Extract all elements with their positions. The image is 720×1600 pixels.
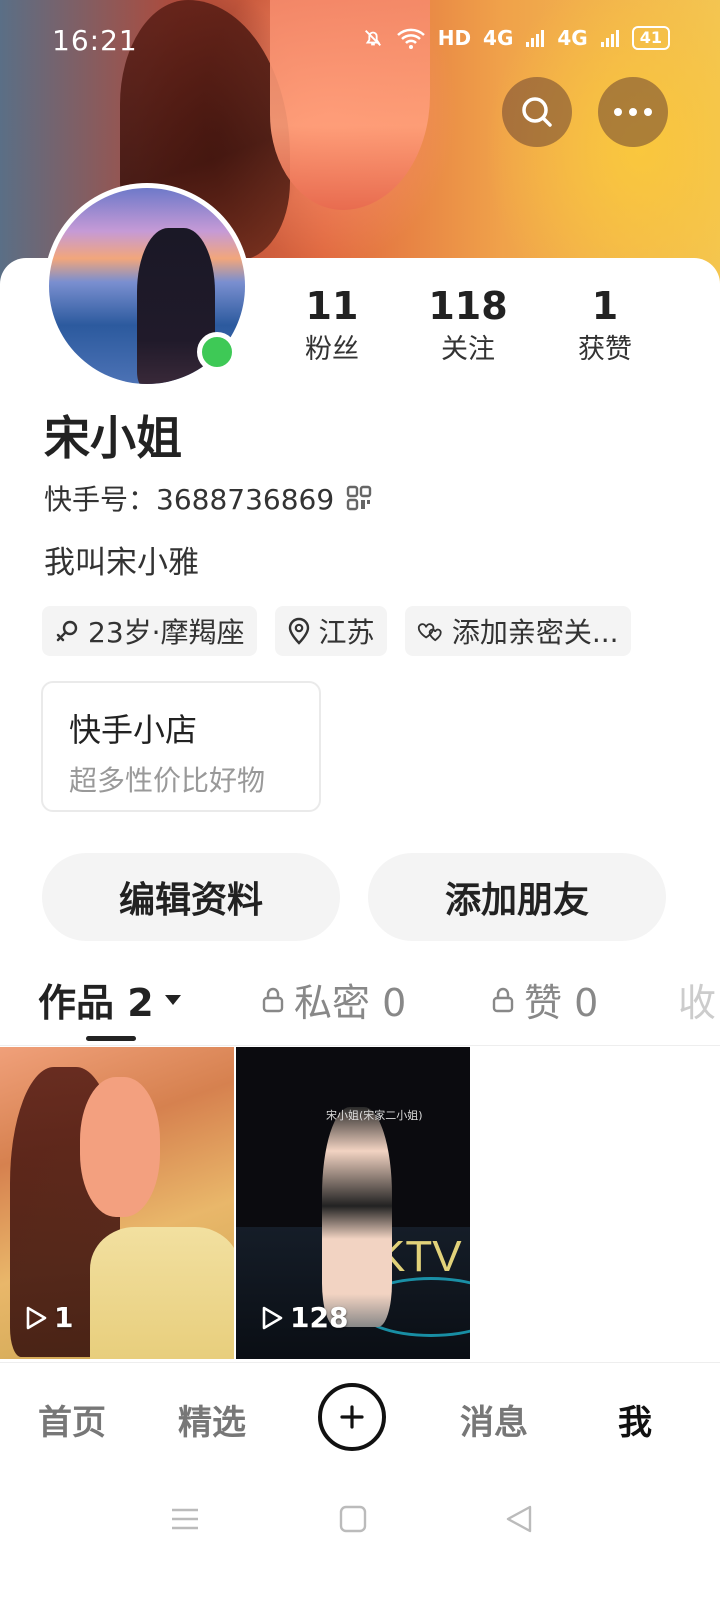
tabs-divider — [0, 1045, 720, 1046]
qr-code-icon[interactable] — [346, 485, 372, 511]
back-triangle-icon[interactable] — [504, 1504, 534, 1534]
lock-icon — [492, 987, 514, 1012]
wifi-icon — [396, 28, 425, 49]
play-count-value: 1 — [54, 1301, 74, 1334]
home-square-icon[interactable] — [338, 1504, 368, 1534]
more-button[interactable] — [598, 77, 668, 147]
network-label-2: 4G — [557, 26, 588, 50]
status-time: 16:21 — [52, 24, 138, 57]
tab-likes[interactable]: 赞 0 — [492, 972, 598, 1027]
status-bar: 16:21 HD 4G 4G 41 — [0, 0, 720, 84]
play-count-value: 128 — [290, 1301, 349, 1334]
create-button[interactable] — [318, 1383, 386, 1451]
play-count: 1 — [24, 1301, 73, 1334]
nav-featured[interactable]: 精选 — [178, 1363, 246, 1475]
network-label-1: 4G — [483, 26, 514, 50]
menu-icon[interactable] — [170, 1504, 200, 1534]
stat-value: 118 — [428, 284, 508, 328]
video-grid: 1 KTV 宋小姐(宋家二小姐) 128 — [0, 1047, 720, 1359]
online-status-dot — [197, 332, 237, 372]
location-tag-label: 江苏 — [318, 616, 375, 649]
stat-likes[interactable]: 1 获赞 — [535, 282, 675, 370]
content-tabs: 作品 2 私密 0 赞 0 收 — [0, 972, 720, 1044]
kuaishou-id: 快手号：3688736869 — [44, 483, 335, 516]
relationship-tag[interactable]: 添加亲密关... — [404, 606, 631, 656]
stat-value: 11 — [305, 284, 359, 328]
shop-subtitle: 超多性价比好物 — [69, 764, 266, 797]
profile-tags: 23岁·摩羯座 江苏 添加亲密关... — [42, 606, 631, 656]
nav-home[interactable]: 首页 — [38, 1363, 106, 1475]
tab-private[interactable]: 私密 0 — [262, 972, 406, 1027]
signal-icon — [526, 30, 545, 47]
nav-me[interactable]: 我 — [618, 1363, 652, 1475]
location-pin-icon — [288, 617, 309, 645]
hearts-icon — [417, 623, 442, 642]
stat-label: 粉丝 — [305, 334, 359, 365]
bottom-nav: 首页 精选 消息 我 — [0, 1362, 720, 1474]
bio: 我叫宋小雅 — [44, 545, 199, 581]
kuaishou-id-row[interactable]: 快手号：3688736869 — [44, 478, 372, 518]
add-friend-button[interactable]: 添加朋友 — [368, 853, 666, 941]
stat-following[interactable]: 118 关注 — [398, 282, 538, 370]
video-tile[interactable]: KTV 宋小姐(宋家二小姐) 128 — [236, 1047, 470, 1359]
thumbnail-shape — [322, 1107, 392, 1327]
gender-female-icon — [56, 620, 78, 642]
edit-profile-button[interactable]: 编辑资料 — [42, 853, 340, 941]
play-count: 128 — [260, 1301, 348, 1334]
signal-icon — [600, 30, 619, 47]
relationship-tag-label: 添加亲密关... — [451, 616, 619, 649]
shop-card[interactable]: 快手小店 超多性价比好物 — [41, 681, 321, 812]
profile-page: 16:21 HD 4G 4G 41 11 粉丝 118 关注 1 获赞 宋小姐 … — [0, 0, 720, 1600]
thumbnail-caption: 宋小姐(宋家二小姐) — [326, 1109, 423, 1122]
lock-icon — [262, 987, 284, 1012]
more-dots-icon — [614, 108, 652, 116]
shop-title: 快手小店 — [69, 711, 198, 749]
status-icons: HD 4G 4G 41 — [362, 26, 670, 50]
age-tag-label: 23岁·摩羯座 — [88, 616, 245, 649]
plus-icon — [340, 1405, 364, 1429]
hd-label: HD — [437, 26, 472, 50]
search-button[interactable] — [502, 77, 572, 147]
stat-fans[interactable]: 11 粉丝 — [262, 282, 402, 370]
battery-indicator: 41 — [631, 26, 670, 50]
tab-label: 作品 2 — [38, 981, 154, 1025]
age-tag: 23岁·摩羯座 — [42, 606, 257, 656]
profile-actions: 编辑资料 添加朋友 — [42, 853, 666, 941]
tab-favorites[interactable]: 收 — [678, 972, 716, 1027]
nickname: 宋小姐 — [44, 411, 182, 465]
tab-works[interactable]: 作品 2 — [38, 972, 182, 1027]
tab-label: 赞 0 — [524, 981, 599, 1025]
thumbnail-shape — [90, 1227, 234, 1359]
nav-messages[interactable]: 消息 — [460, 1363, 528, 1475]
thumbnail-shape — [80, 1077, 160, 1217]
location-tag: 江苏 — [274, 606, 387, 656]
active-tab-indicator — [86, 1036, 136, 1041]
tab-label: 收 — [678, 981, 717, 1025]
search-icon — [522, 97, 552, 127]
video-tile[interactable]: 1 — [0, 1047, 234, 1359]
play-icon — [26, 1306, 47, 1329]
play-icon — [262, 1306, 283, 1329]
caret-down-icon — [164, 994, 181, 1005]
stat-label: 关注 — [441, 334, 495, 365]
system-navigation-bar — [0, 1474, 720, 1600]
mute-bell-icon — [364, 30, 381, 46]
stat-value: 1 — [591, 284, 619, 328]
stat-label: 获赞 — [578, 334, 632, 365]
tab-label: 私密 0 — [294, 981, 407, 1025]
